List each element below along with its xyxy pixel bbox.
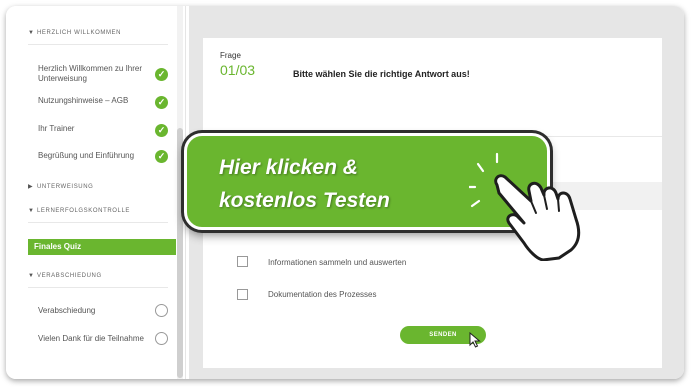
check-icon: ✓ [155,68,168,81]
triangle-right-icon: ▶ [28,184,34,190]
triangle-down-icon: ▼ [28,208,35,214]
status-circle-icon [155,304,168,317]
section-label: UNTERWEISUNG [37,183,94,190]
course-window: ▼ HERZLICH WILLKOMMEN Herzlich Willkomme… [6,6,684,379]
course-sidebar: ▼ HERZLICH WILLKOMMEN Herzlich Willkomme… [6,6,186,379]
divider [28,222,168,223]
sidebar-item-vielen-dank[interactable]: Vielen Dank für die Teilnahme [38,334,158,344]
divider [28,287,168,288]
pointing-hand-icon [469,152,581,261]
sidebar-item-verabschiedung[interactable]: Verabschiedung [38,306,148,316]
section-label: VERABSCHIEDUNG [37,273,102,279]
section-label: LERNERFOLGSKONTROLLE [37,208,131,214]
check-icon: ✓ [155,96,168,109]
mouse-cursor-icon [469,332,481,348]
check-icon: ✓ [155,150,168,163]
sidebar-scrollbar-thumb[interactable] [177,128,183,378]
sidebar-item-finales-quiz[interactable]: Finales Quiz [28,239,176,255]
answer-checkbox[interactable] [237,256,248,267]
status-circle-icon [155,332,168,345]
question-text: Bitte wählen Sie die richtige Antwort au… [293,69,470,79]
answer-option-label[interactable]: Dokumentation des Prozesses [268,290,377,299]
triangle-down-icon: ▼ [28,273,35,279]
sidebar-item-trainer[interactable]: Ihr Trainer [38,124,148,134]
divider [28,44,168,45]
section-verabschiedung[interactable]: ▼ VERABSCHIEDUNG [28,273,102,279]
answer-checkbox[interactable] [237,289,248,300]
sidebar-item-begruessung[interactable]: Begrüßung und Einführung [38,151,158,161]
check-icon: ✓ [155,124,168,137]
section-herzlich-willkommen[interactable]: ▼ HERZLICH WILLKOMMEN [28,30,121,36]
sidebar-item-nutzungshinweise[interactable]: Nutzungshinweise – AGB [38,96,148,106]
sidebar-item-willkommen[interactable]: Herzlich Willkommen zu Ihrer Unterweisun… [38,64,148,84]
triangle-down-icon: ▼ [28,30,35,36]
frage-number: 01/03 [220,62,256,78]
section-label: HERZLICH WILLKOMMEN [37,30,122,36]
section-unterweisung[interactable]: ▶ UNTERWEISUNG [28,183,94,191]
frage-label: Frage [220,51,241,60]
answer-option-label[interactable]: Informationen sammeln und auswerten [268,258,406,267]
section-lernerfolgskontrolle[interactable]: ▼ LERNERFOLGSKONTROLLE [28,208,130,214]
